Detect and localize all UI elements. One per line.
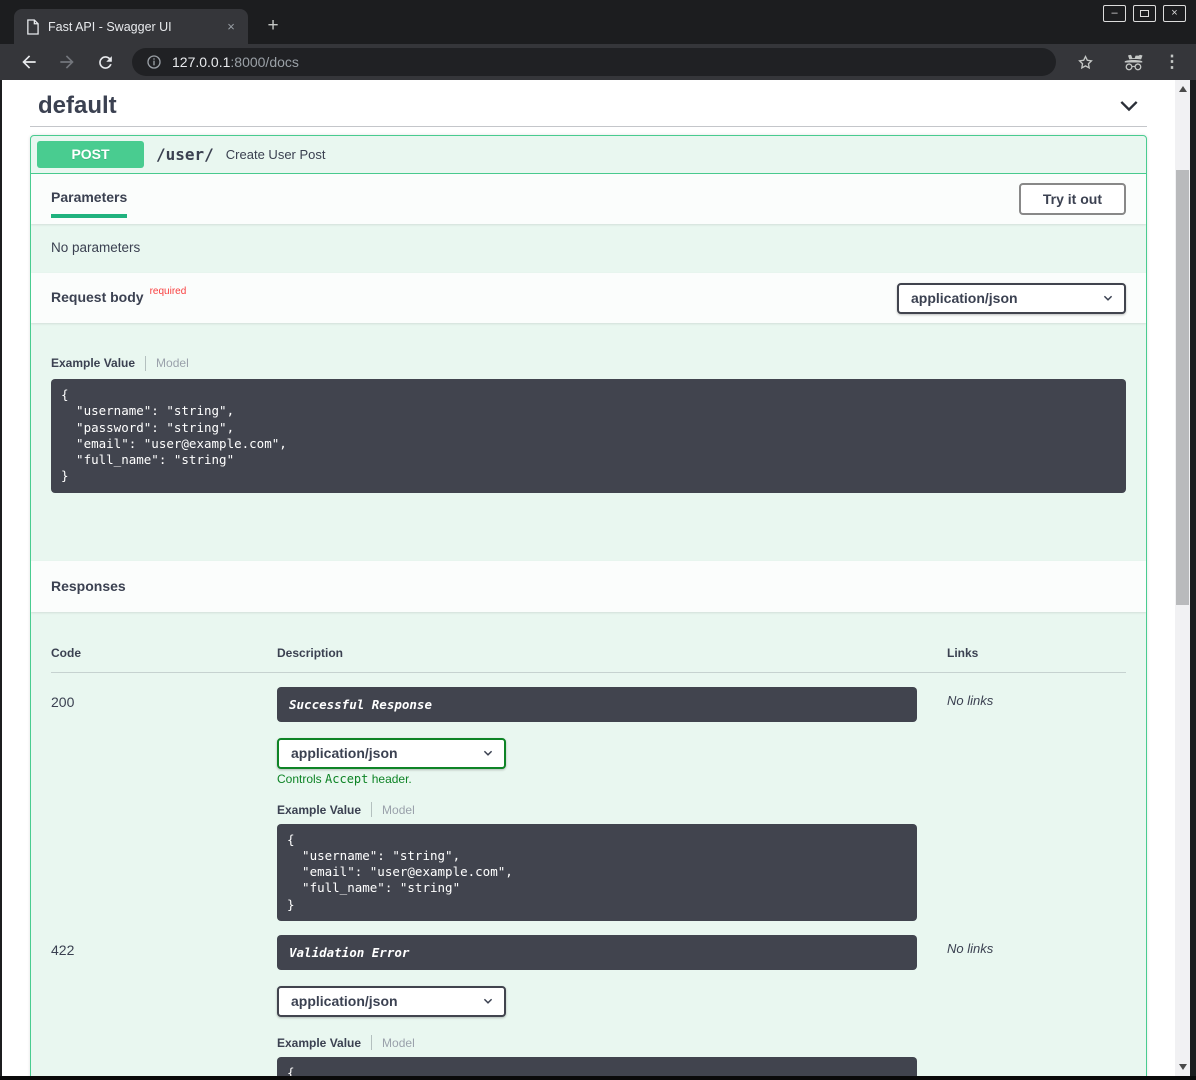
- required-badge: required: [150, 286, 187, 297]
- tab-separator: [371, 1035, 372, 1050]
- section-header[interactable]: default: [2, 80, 1175, 126]
- try-it-out-button[interactable]: Try it out: [1019, 183, 1126, 215]
- parameters-header: Parameters Try it out: [31, 174, 1146, 224]
- reload-icon[interactable]: [93, 50, 117, 74]
- response-200-example-code[interactable]: { "username": "string", "email": "user@e…: [277, 824, 917, 921]
- select-chevron-icon: [1102, 292, 1114, 304]
- select-chevron-icon: [482, 995, 494, 1007]
- no-parameters-text: No parameters: [31, 224, 1146, 273]
- request-body-title-wrap: Request body required: [51, 289, 186, 307]
- responses-title: Responses: [51, 578, 126, 594]
- tab-parameters[interactable]: Parameters: [51, 181, 127, 218]
- scroll-up-icon[interactable]: [1175, 82, 1190, 96]
- responses-table-head: Code Description Links: [51, 612, 1126, 673]
- response-422-description: Validation Error: [277, 935, 917, 970]
- tab-model[interactable]: Model: [382, 803, 415, 817]
- response-422-media-value: application/json: [291, 993, 398, 1009]
- response-422-description-cell: Validation Error application/json Exampl…: [277, 935, 947, 1076]
- accept-note-prefix: Controls: [277, 772, 325, 786]
- response-200-description-cell: Successful Response application/json Con…: [277, 687, 947, 921]
- request-body-content: Example Value Model { "username": "strin…: [31, 323, 1146, 561]
- section-divider: [30, 126, 1147, 127]
- accept-note-code: Accept: [325, 772, 368, 786]
- swagger-page: default POST /user/ Create User Post Par…: [2, 80, 1175, 1076]
- model-example-tabs-200: Example Value Model: [277, 802, 947, 818]
- forward-icon[interactable]: [55, 50, 79, 74]
- maximize-icon: [1140, 10, 1149, 17]
- operation-path: /user/: [156, 145, 214, 164]
- minimize-button[interactable]: –: [1103, 5, 1126, 22]
- response-200-media-value: application/json: [291, 745, 398, 761]
- method-badge: POST: [37, 141, 144, 168]
- tab-example-value[interactable]: Example Value: [277, 1036, 361, 1050]
- url-path: :8000/docs: [230, 54, 299, 70]
- url-bar[interactable]: 127.0.0.1:8000/docs: [132, 48, 1056, 76]
- back-icon[interactable]: [17, 50, 41, 74]
- tab-example-value[interactable]: Example Value: [277, 803, 361, 817]
- close-window-button[interactable]: ×: [1163, 5, 1186, 22]
- maximize-button[interactable]: [1133, 5, 1156, 22]
- accept-header-note: Controls Accept header.: [277, 772, 947, 786]
- tab-close-icon[interactable]: ×: [222, 18, 240, 36]
- browser-window: Fast API - Swagger UI × + – × 127.0.0.1:…: [0, 0, 1196, 1080]
- opblock-post-user: POST /user/ Create User Post Parameters …: [30, 135, 1147, 1076]
- scroll-down-icon[interactable]: [1175, 1060, 1190, 1074]
- info-icon[interactable]: [146, 54, 162, 70]
- accept-note-suffix: header.: [368, 772, 411, 786]
- response-code-422: 422: [51, 935, 277, 1076]
- operation-summary[interactable]: POST /user/ Create User Post: [31, 136, 1146, 174]
- section-title: default: [38, 92, 117, 120]
- window-bottom-edge: [0, 1076, 1196, 1080]
- col-links: Links: [947, 646, 1126, 660]
- response-422-media-select[interactable]: application/json: [277, 986, 506, 1017]
- response-422-links: No links: [947, 935, 1126, 1076]
- tab-separator: [145, 356, 146, 371]
- new-tab-button[interactable]: +: [260, 13, 286, 39]
- response-422-example-code[interactable]: { "detail": [ {: [277, 1057, 917, 1076]
- url-host: 127.0.0.1: [172, 54, 230, 70]
- browser-tab[interactable]: Fast API - Swagger UI ×: [14, 9, 248, 44]
- scrollbar[interactable]: [1175, 80, 1190, 1076]
- browser-toolbar: 127.0.0.1:8000/docs ⋮: [0, 44, 1196, 80]
- col-code: Code: [51, 646, 277, 660]
- chevron-down-icon[interactable]: [1117, 94, 1141, 118]
- model-example-tabs: Example Value Model: [51, 355, 1126, 371]
- col-description: Description: [277, 646, 947, 660]
- tab-model[interactable]: Model: [382, 1036, 415, 1050]
- response-200-media-select[interactable]: application/json: [277, 738, 506, 769]
- toolbar-actions: ⋮: [1066, 50, 1182, 74]
- response-200-links: No links: [947, 687, 1126, 921]
- tab-model[interactable]: Model: [156, 356, 189, 370]
- tab-example-value[interactable]: Example Value: [51, 356, 135, 370]
- page-viewport: default POST /user/ Create User Post Par…: [2, 80, 1190, 1076]
- request-body-header: Request body required application/json: [31, 273, 1146, 323]
- select-chevron-icon: [482, 747, 494, 759]
- request-media-type-select[interactable]: application/json: [897, 283, 1126, 314]
- bookmark-star-icon[interactable]: [1073, 50, 1097, 74]
- window-controls: – ×: [1103, 5, 1186, 22]
- response-200-description: Successful Response: [277, 687, 917, 722]
- scrollbar-thumb[interactable]: [1176, 170, 1189, 605]
- tab-title: Fast API - Swagger UI: [48, 20, 222, 34]
- tab-strip: Fast API - Swagger UI × + – ×: [0, 0, 1196, 44]
- responses-header: Responses: [31, 561, 1146, 612]
- response-row-200: 200 Successful Response application/json…: [51, 673, 1126, 921]
- responses-table: Code Description Links 200 Successful Re…: [31, 612, 1146, 1077]
- browser-menu-icon[interactable]: ⋮: [1162, 52, 1182, 72]
- request-example-code[interactable]: { "username": "string", "password": "str…: [51, 379, 1126, 493]
- response-row-422: 422 Validation Error application/json Ex…: [51, 921, 1126, 1076]
- model-example-tabs-422: Example Value Model: [277, 1035, 947, 1051]
- url-text: 127.0.0.1:8000/docs: [172, 54, 299, 70]
- tab-separator: [371, 802, 372, 817]
- operation-description: Create User Post: [226, 147, 326, 162]
- request-media-type-value: application/json: [911, 290, 1018, 306]
- incognito-icon: [1121, 50, 1145, 74]
- page-icon: [26, 19, 39, 35]
- request-body-title: Request body: [51, 289, 144, 305]
- response-code-200: 200: [51, 687, 277, 921]
